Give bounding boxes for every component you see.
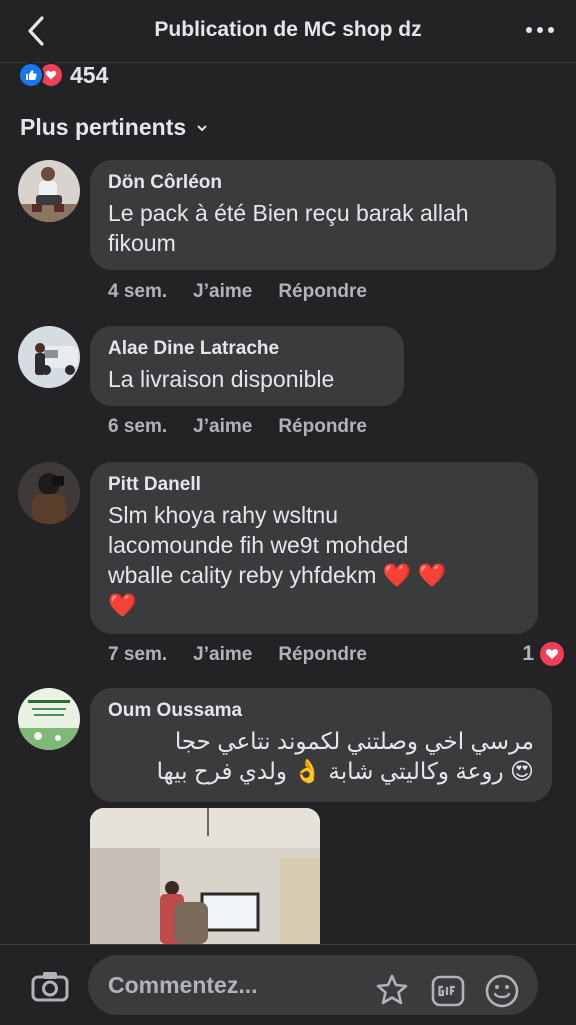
comment-reaction-count[interactable]: 1 [522, 642, 564, 666]
comment-bubble[interactable]: Alae Dine Latrache La livraison disponib… [90, 326, 404, 406]
avatar[interactable] [18, 326, 80, 388]
sort-label: Plus pertinents [20, 114, 187, 140]
comment-composer-bar: Commentez... [0, 944, 576, 1025]
like-reaction-icon [18, 62, 44, 88]
page-title: Publication de MC shop dz [154, 18, 422, 41]
camera-icon[interactable] [30, 969, 70, 1003]
comment-bubble[interactable]: Dön Côrléon Le pack à été Bien reçu bara… [90, 160, 556, 270]
chevron-down-icon [197, 124, 207, 131]
comment-input-placeholder: Commentez... [108, 972, 258, 998]
reaction-count: 454 [70, 61, 109, 88]
comment-actions: 7 sem. J’aime Répondre [108, 644, 393, 666]
comment-input[interactable]: Commentez... [88, 955, 538, 1015]
top-bar: Publication de MC shop dz [0, 0, 576, 63]
comment-actions: 6 sem. J’aime Répondre [108, 416, 393, 438]
comment-text: Slm khoya rahy wsltnu lacomounde fih we9… [108, 502, 447, 618]
comment-text: مرسي اخي وصلتني لكموند نتاعي حجا 😍 روعة … [156, 728, 534, 784]
comment-author[interactable]: Alae Dine Latrache [108, 338, 386, 360]
more-options-icon[interactable] [524, 20, 556, 40]
comment-author[interactable]: Pitt Danell [108, 474, 520, 496]
love-reaction-icon [540, 642, 564, 666]
gif-icon[interactable] [430, 973, 466, 1009]
like-button[interactable]: J’aime [193, 644, 252, 666]
reactions-summary[interactable]: 454 [18, 62, 108, 88]
comment-time: 6 sem. [108, 416, 168, 437]
avatar[interactable] [18, 160, 80, 222]
comment-time: 4 sem. [108, 281, 168, 302]
like-button[interactable]: J’aime [193, 416, 252, 438]
avatar[interactable] [18, 688, 80, 750]
comment-author[interactable]: Oum Oussama [108, 700, 534, 722]
comment-text: Le pack à été Bien reçu barak allah fiko… [108, 200, 469, 256]
emoji-icon[interactable] [484, 973, 520, 1009]
reply-button[interactable]: Répondre [278, 281, 367, 303]
comment-bubble[interactable]: Oum Oussama مرسي اخي وصلتني لكموند نتاعي… [90, 688, 552, 802]
comment-photo[interactable] [90, 808, 320, 944]
reply-button[interactable]: Répondre [278, 416, 367, 438]
comment-sort-dropdown[interactable]: Plus pertinents [20, 114, 208, 141]
comment-time: 7 sem. [108, 644, 168, 665]
reply-button[interactable]: Répondre [278, 644, 367, 666]
comment-actions: 4 sem. J’aime Répondre [108, 281, 393, 303]
like-button[interactable]: J’aime [193, 281, 252, 303]
comment-author[interactable]: Dön Côrléon [108, 172, 538, 194]
avatar[interactable] [18, 462, 80, 524]
comment-text: La livraison disponible [108, 366, 335, 392]
avatar-sticker-icon[interactable] [374, 973, 410, 1009]
comment-bubble[interactable]: Pitt Danell Slm khoya rahy wsltnu lacomo… [90, 462, 538, 634]
